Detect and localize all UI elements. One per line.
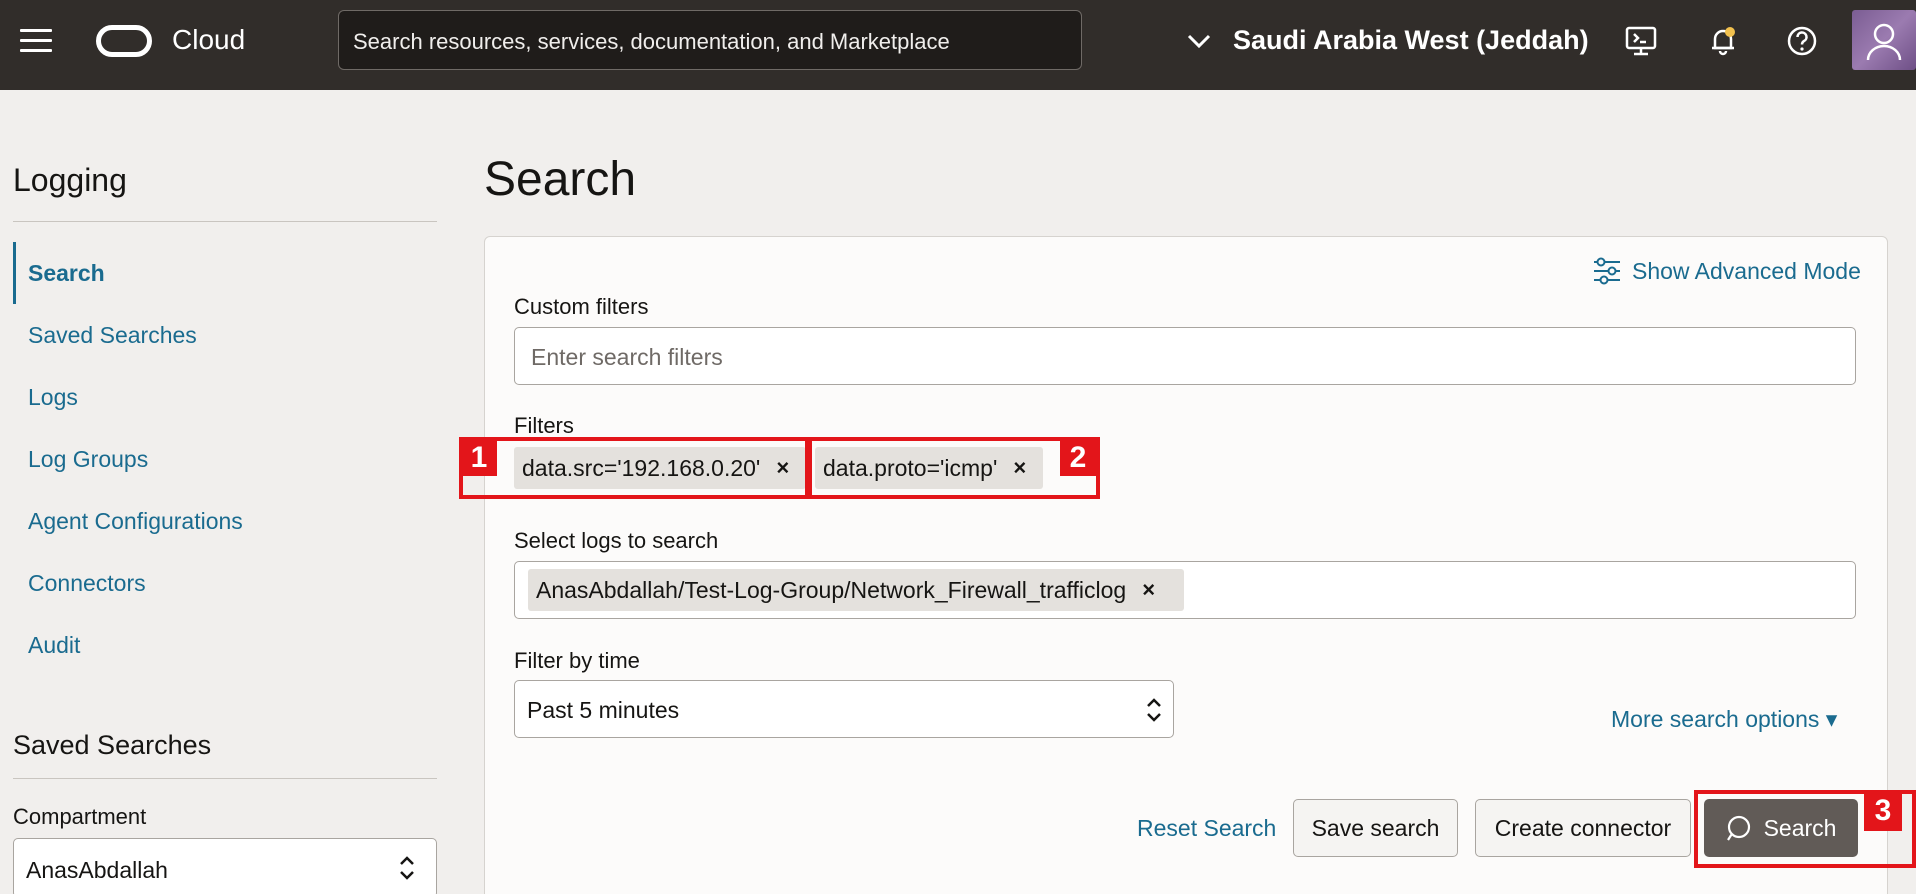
create-connector-button[interactable]: Create connector	[1475, 799, 1691, 857]
annotation-number-2: 2	[1060, 440, 1096, 476]
custom-filters-label: Custom filters	[514, 294, 649, 319]
region-selector[interactable]: Saudi Arabia West (Jeddah)	[1233, 25, 1589, 56]
user-avatar[interactable]	[1852, 10, 1916, 70]
custom-filters-placeholder: Enter search filters	[531, 344, 723, 370]
remove-log-icon[interactable]: ×	[1142, 577, 1155, 603]
annotation-box-1	[459, 437, 809, 499]
annotation-number-3: 3	[1864, 793, 1902, 831]
help-icon[interactable]	[1785, 24, 1819, 58]
filter-by-time-value: Past 5 minutes	[527, 697, 680, 723]
hamburger-menu-icon[interactable]	[20, 29, 52, 53]
cloud-shell-icon[interactable]	[1624, 24, 1658, 58]
sidebar-item-audit[interactable]: Audit	[13, 614, 437, 676]
sidebar-nav: Search Saved Searches Logs Log Groups Ag…	[13, 242, 437, 676]
saved-searches-heading: Saved Searches	[13, 730, 212, 760]
oracle-logo[interactable]	[96, 25, 152, 57]
compartment-select[interactable]: AnasAbdallah	[13, 838, 437, 894]
show-advanced-mode-link[interactable]: Show Advanced Mode	[1592, 256, 1861, 286]
select-arrows-icon	[1147, 698, 1161, 722]
more-search-options-link[interactable]: More search options ▾	[1611, 706, 1837, 733]
sliders-icon	[1594, 257, 1620, 285]
global-search-input[interactable]: Search resources, services, documentatio…	[338, 10, 1082, 70]
sidebar-item-saved-searches[interactable]: Saved Searches	[13, 304, 437, 366]
advanced-mode-label: Show Advanced Mode	[1632, 257, 1861, 284]
selected-log-chip: AnasAbdallah/Test-Log-Group/Network_Fire…	[528, 569, 1184, 611]
reset-search-button[interactable]: Reset Search	[1137, 815, 1276, 842]
compartment-label: Compartment	[13, 804, 147, 829]
notifications-bell-icon[interactable]	[1706, 24, 1740, 58]
page-title: Search	[484, 153, 637, 206]
annotation-box-2	[808, 437, 1100, 499]
selected-log-label: AnasAbdallah/Test-Log-Group/Network_Fire…	[536, 576, 1127, 603]
filter-by-time-label: Filter by time	[514, 648, 640, 673]
chevron-down-icon[interactable]	[1186, 28, 1212, 54]
sidebar-item-agent-configurations[interactable]: Agent Configurations	[13, 490, 437, 552]
sidebar-item-logs[interactable]: Logs	[13, 366, 437, 428]
save-search-button[interactable]: Save search	[1293, 799, 1458, 857]
top-bar: Cloud Search resources, services, docume…	[0, 0, 1916, 90]
annotation-number-1: 1	[461, 440, 497, 476]
divider	[13, 778, 437, 779]
filters-label: Filters	[514, 413, 574, 438]
compartment-value: AnasAbdallah	[26, 857, 168, 883]
sidebar-item-search[interactable]: Search	[13, 242, 437, 304]
select-arrows-icon	[400, 856, 414, 880]
sidebar-item-connectors[interactable]: Connectors	[13, 552, 437, 614]
sidebar-item-log-groups[interactable]: Log Groups	[13, 428, 437, 490]
divider	[13, 221, 437, 222]
sidebar-title: Logging	[13, 162, 127, 198]
user-profile-icon	[1866, 23, 1902, 61]
select-logs-label: Select logs to search	[514, 528, 719, 553]
filter-by-time-select[interactable]: Past 5 minutes	[514, 680, 1174, 738]
custom-filters-input[interactable]: Enter search filters	[514, 327, 1856, 385]
brand-name[interactable]: Cloud	[172, 24, 245, 56]
